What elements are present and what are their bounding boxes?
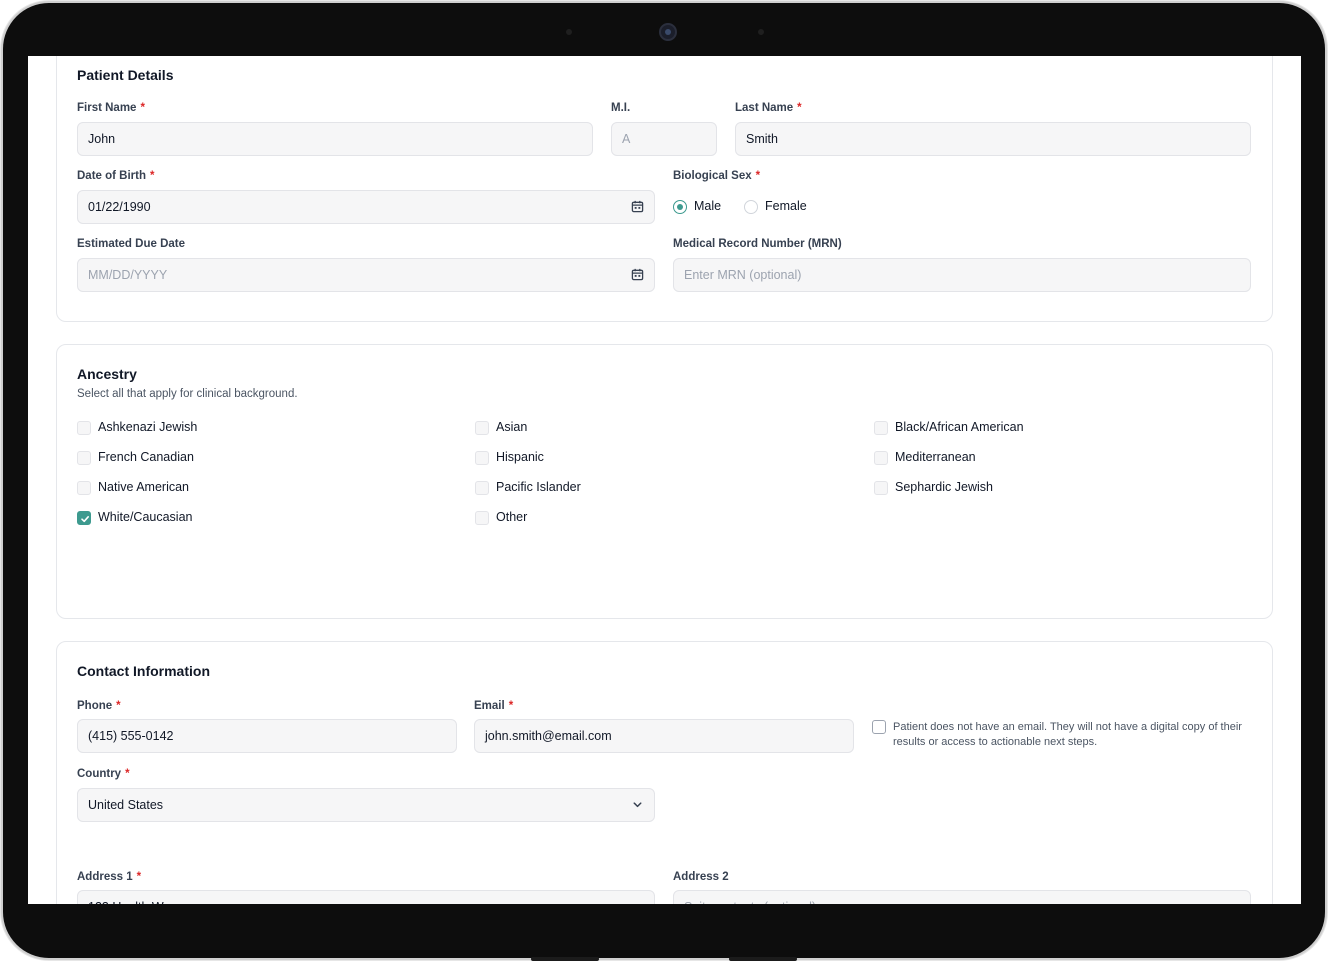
- no-email-note: Patient does not have an email. They wil…: [893, 721, 1242, 748]
- address2-label: Address 2: [673, 871, 729, 883]
- chevron-down-icon: [633, 802, 642, 808]
- dob-value: 01/22/1990: [88, 200, 151, 214]
- device-foot-left: [531, 957, 599, 961]
- first-name-label: First Name *: [77, 102, 145, 114]
- address1-label: Address 1 *: [77, 871, 142, 883]
- ancestry-checkbox-white-caucasian[interactable]: [77, 511, 91, 525]
- app-screen: Patient Details First Name * John M.I. A …: [28, 56, 1301, 904]
- address2-input[interactable]: Suite, apt, etc (optional): [673, 890, 1251, 904]
- sex-male-radio[interactable]: [673, 200, 687, 214]
- phone-input[interactable]: (415) 555-0142: [77, 719, 457, 753]
- check-icon: [81, 516, 89, 523]
- ancestry-card: Ancestry Select all that apply for clini…: [56, 344, 1273, 619]
- sex-label: Biological Sex *: [673, 170, 761, 182]
- mi-label: M.I.: [611, 102, 631, 114]
- ancestry-label-pacific-islander: Pacific Islander: [496, 480, 581, 494]
- ancestry-checkbox-asian[interactable]: [475, 421, 489, 435]
- calendar-icon[interactable]: [631, 200, 644, 213]
- last-name-label: Last Name *: [735, 102, 802, 114]
- contact-info-card: Contact Information Phone * (415) 555-014…: [56, 641, 1273, 904]
- mi-input[interactable]: A: [611, 122, 717, 156]
- sex-female-label: Female: [765, 199, 807, 213]
- ancestry-label-other: Other: [496, 510, 528, 524]
- sensor-dot-left: [566, 29, 572, 35]
- ancestry-checkbox-sephardic-jewish[interactable]: [874, 481, 888, 495]
- no-email-checkbox[interactable]: [872, 720, 886, 734]
- ancestry-label-white-caucasian: White/Caucasian: [98, 510, 193, 524]
- contact-info-title: Contact Information: [77, 663, 210, 679]
- first-name-input[interactable]: John: [77, 122, 593, 156]
- sex-male-label: Male: [694, 199, 722, 213]
- ancestry-title: Ancestry: [77, 366, 137, 382]
- ancestry-label-sephardic-jewish: Sephardic Jewish: [895, 480, 993, 494]
- patient-details-card: Patient Details First Name * John M.I. A …: [56, 56, 1273, 322]
- last-name-input[interactable]: Smith: [735, 122, 1251, 156]
- country-select[interactable]: United States: [77, 788, 655, 822]
- ancestry-subtitle: Select all that apply for clinical backg…: [77, 388, 298, 400]
- email-label: Email *: [474, 700, 514, 712]
- country-value: United States: [88, 798, 164, 812]
- due-date-label: Estimated Due Date: [77, 238, 186, 250]
- ancestry-label-native-american: Native American: [98, 480, 190, 494]
- email-input[interactable]: john.smith@email.com: [474, 719, 854, 753]
- address1-input[interactable]: 123 Health Way: [77, 890, 655, 904]
- country-label: Country *: [77, 768, 130, 780]
- ancestry-checkbox-black-african-american[interactable]: [874, 421, 888, 435]
- device-foot-right: [729, 957, 797, 961]
- ancestry-label-asian: Asian: [496, 420, 528, 434]
- ancestry-checkbox-other[interactable]: [475, 511, 489, 525]
- ancestry-checkbox-hispanic[interactable]: [475, 451, 489, 465]
- ancestry-checkbox-mediterranean[interactable]: [874, 451, 888, 465]
- ancestry-checkbox-french-canadian[interactable]: [77, 451, 91, 465]
- due-date-placeholder: MM/DD/YYYY: [88, 268, 168, 282]
- ancestry-label-black-african-american: Black/African American: [895, 420, 1024, 434]
- mrn-input[interactable]: Enter MRN (optional): [673, 258, 1251, 292]
- sex-female-radio[interactable]: [744, 200, 758, 214]
- front-camera: [659, 23, 677, 41]
- ancestry-checkbox-ashkenazi[interactable]: [77, 421, 91, 435]
- phone-label: Phone *: [77, 700, 121, 712]
- calendar-icon[interactable]: [631, 268, 644, 281]
- dob-label: Date of Birth *: [77, 170, 155, 182]
- patient-details-title: Patient Details: [77, 67, 174, 83]
- dob-input[interactable]: 01/22/1990: [77, 190, 655, 224]
- ancestry-label-ashkenazi: Ashkenazi Jewish: [98, 420, 198, 434]
- sensor-dot-right: [758, 29, 764, 35]
- ancestry-label-mediterranean: Mediterranean: [895, 450, 976, 464]
- ancestry-checkbox-native-american[interactable]: [77, 481, 91, 495]
- ancestry-label-hispanic: Hispanic: [496, 450, 544, 464]
- mrn-label: Medical Record Number (MRN): [673, 238, 842, 250]
- due-date-input[interactable]: MM/DD/YYYY: [77, 258, 655, 292]
- ancestry-label-french-canadian: French Canadian: [98, 450, 194, 464]
- ancestry-checkbox-pacific-islander[interactable]: [475, 481, 489, 495]
